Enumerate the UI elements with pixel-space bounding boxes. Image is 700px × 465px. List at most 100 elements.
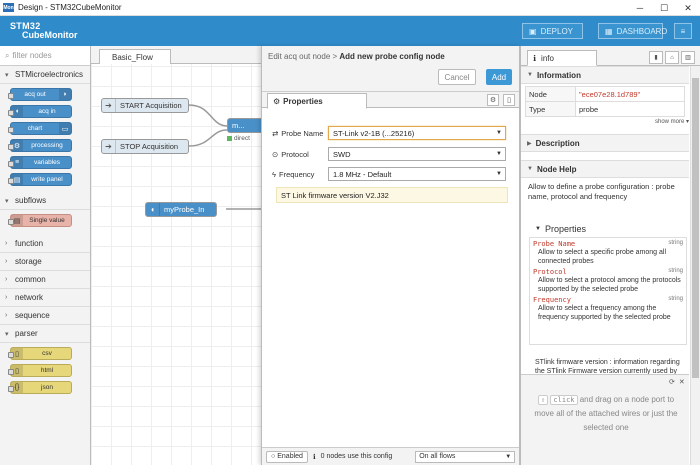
- sidebar-scroll-thumb[interactable]: [692, 78, 699, 378]
- workspace-node-stop-acquisition[interactable]: ➔ STOP Acquisition: [101, 139, 189, 154]
- info-icon: ℹ: [312, 453, 316, 461]
- palette-node-csv[interactable]: ▯ csv: [8, 347, 72, 360]
- property-item: Frequency string Allow to select a freque…: [533, 296, 683, 321]
- panel-icon: ▤: [11, 174, 23, 185]
- category-common[interactable]: › common: [0, 271, 90, 289]
- shuffle-icon: ⇄: [272, 128, 279, 138]
- chevron-down-icon: ▼: [527, 166, 533, 172]
- palette-node-single-value[interactable]: ▤ Single value: [8, 214, 72, 227]
- category-subflows[interactable]: ▾ subflows: [0, 192, 90, 210]
- property-item: Protocol string Allow to select a protoco…: [533, 268, 683, 293]
- add-button[interactable]: Add: [486, 69, 512, 85]
- properties-tab-bar: ⚙ Properties: [262, 92, 519, 109]
- chevron-down-icon: ▼: [496, 171, 502, 177]
- chart-icon: ▭: [59, 123, 71, 134]
- category-stmicroelectronics[interactable]: ▾ STMicroelectronics: [0, 66, 90, 84]
- chevron-down-icon: ▼: [496, 151, 502, 157]
- palette-node-variables[interactable]: ≡ variables: [8, 156, 72, 169]
- properties-list: Probe Name string Allow to select a speci…: [529, 237, 687, 345]
- chevron-right-icon: ›: [5, 294, 8, 301]
- gear-icon: ⚙: [273, 97, 281, 106]
- list-icon: ≡: [11, 157, 23, 168]
- bar-chart-icon[interactable]: ▥: [681, 51, 695, 64]
- dashboard-icon: ▦: [605, 26, 613, 36]
- palette-node-json[interactable]: {} json: [8, 381, 72, 394]
- palette-node-acq-in[interactable]: ◖ acq in: [8, 105, 72, 118]
- chevron-down-icon: ▾: [5, 71, 9, 79]
- cancel-button[interactable]: Cancel: [438, 69, 476, 85]
- description-doc-icon[interactable]: ▯: [503, 94, 515, 106]
- category-sequence[interactable]: › sequence: [0, 307, 90, 325]
- protocol-select[interactable]: SWD ▼: [328, 147, 506, 161]
- palette-node-html[interactable]: ▯ html: [8, 364, 72, 377]
- wave-icon: ◗: [59, 89, 71, 100]
- probe-name-select[interactable]: ST-Link v2-1B (...25216) ▼: [328, 126, 506, 140]
- minimize-button[interactable]: ─: [628, 0, 652, 16]
- chevron-down-icon: ▼: [496, 130, 502, 136]
- protocol-row: ⊙ Protocol SWD ▼: [272, 147, 512, 161]
- tab-basic-flow[interactable]: Basic_Flow: [99, 49, 171, 64]
- node-type-value: probe: [575, 101, 685, 117]
- palette-node-write-panel[interactable]: ▤ write panel: [8, 173, 72, 186]
- deploy-icon: ▣: [529, 26, 537, 36]
- status-dot-icon: [227, 136, 232, 141]
- click-key: click: [550, 395, 578, 405]
- chevron-down-icon: ▼: [527, 72, 533, 78]
- workspace-node-start-acquisition[interactable]: ➔ START Acquisition: [101, 98, 189, 113]
- workspace-node-myprobe-in[interactable]: ◖ myProbe_In: [145, 202, 217, 217]
- palette-node-acq-out[interactable]: acq out ◗: [8, 88, 72, 101]
- properties-heading[interactable]: ▼ Properties: [535, 224, 586, 234]
- settings-gear-icon[interactable]: ⚙: [487, 94, 499, 106]
- property-item: Probe Name string Allow to select a speci…: [533, 240, 683, 265]
- maximize-button[interactable]: ☐: [652, 0, 676, 16]
- section-information[interactable]: ▼ Information: [521, 66, 689, 84]
- tray-footer: ○ Enabled ℹ 0 nodes use this config On al…: [262, 447, 519, 465]
- shift-key: ⇧: [537, 395, 549, 405]
- show-more-link[interactable]: show more ▾: [655, 118, 689, 125]
- palette-node-chart[interactable]: chart ▭: [8, 122, 72, 135]
- node-help-text: Allow to define a probe configuration : …: [528, 182, 675, 201]
- tab-info[interactable]: ℹ info: [527, 50, 597, 66]
- bank-icon[interactable]: ⌂: [665, 51, 679, 64]
- chevron-right-icon: ▶: [527, 140, 532, 147]
- node-id-value: "ece07e28.1d789": [575, 86, 685, 102]
- palette-node-processing[interactable]: ⚙ processing: [8, 139, 72, 152]
- close-window-button[interactable]: ✕: [676, 0, 700, 16]
- category-function[interactable]: › function: [0, 235, 90, 253]
- scope-select[interactable]: On all flows ▼: [415, 450, 516, 463]
- doc-icon: ▯: [11, 348, 23, 359]
- category-network[interactable]: › network: [0, 289, 90, 307]
- flow-tab-bar: Basic_Flow: [91, 46, 261, 64]
- gear-icon: ⚙: [11, 140, 23, 151]
- circle-icon: ○: [271, 453, 276, 460]
- filter-nodes-input[interactable]: ⌕ filter nodes: [0, 46, 90, 66]
- refresh-icon[interactable]: ⟳: [669, 378, 675, 386]
- deploy-button[interactable]: ▣ DEPLOY: [522, 23, 583, 39]
- dashboard-button[interactable]: ▦ DASHBOARD: [598, 23, 667, 39]
- book-icon[interactable]: ▮: [649, 51, 663, 64]
- chevron-right-icon: ›: [5, 240, 8, 247]
- flow-workspace[interactable]: ➔ START Acquisition ➔ STOP Acquisition m..…: [91, 46, 261, 465]
- info-icon: ℹ: [533, 54, 537, 63]
- chevron-right-icon: ›: [5, 276, 8, 283]
- close-icon[interactable]: ✕: [679, 378, 685, 386]
- tray-header: Edit acq out node > Add new probe config…: [262, 46, 519, 92]
- app-header: STM32 CubeMonitor ▣ DEPLOY ▦ DASHBOARD ≡: [0, 16, 700, 46]
- tab-properties[interactable]: ⚙ Properties: [267, 93, 367, 109]
- chevron-down-icon: ▼: [535, 226, 541, 232]
- breadcrumb-parent[interactable]: Edit acq out node >: [268, 52, 339, 61]
- chevron-right-icon: ›: [5, 258, 8, 265]
- category-storage[interactable]: › storage: [0, 253, 90, 271]
- section-description[interactable]: ▶ Description: [521, 134, 689, 152]
- workspace-node-acq-out[interactable]: m...: [227, 118, 261, 133]
- enabled-toggle[interactable]: ○ Enabled: [266, 450, 308, 463]
- hamburger-menu-icon[interactable]: ≡: [674, 23, 692, 39]
- category-parser[interactable]: ▾ parser: [0, 325, 90, 343]
- section-node-help[interactable]: ▼ Node Help: [521, 160, 689, 178]
- edit-tray: Edit acq out node > Add new probe config…: [261, 46, 520, 465]
- frequency-select[interactable]: 1.8 MHz - Default ▼: [328, 167, 506, 181]
- wave-icon: ◖: [146, 203, 160, 216]
- node-usage-text: 0 nodes use this config: [320, 453, 393, 460]
- doc-icon: ▯: [11, 365, 23, 376]
- breadcrumb-current: Add new probe config node: [339, 52, 445, 61]
